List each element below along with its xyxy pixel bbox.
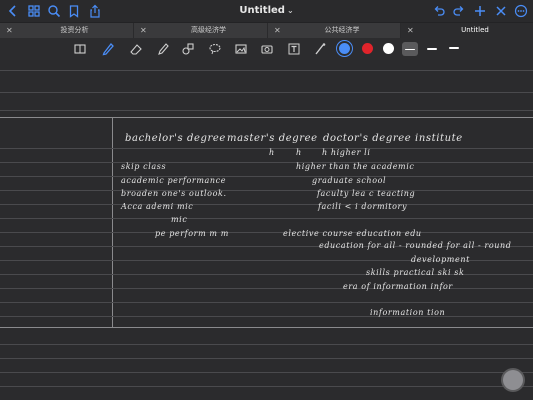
handwritten-note: bachelor's degree xyxy=(125,133,226,144)
handwritten-note: information tion xyxy=(370,308,446,317)
plus-icon[interactable] xyxy=(473,4,487,18)
undo-icon[interactable] xyxy=(432,4,446,18)
handwritten-note: education for all - rounded for all - ro… xyxy=(319,241,512,250)
handwritten-note: academic performance xyxy=(121,176,227,185)
handwritten-note: Acca ademi mic xyxy=(121,202,194,211)
tab-untitled[interactable]: ✕ Untitled xyxy=(400,23,533,38)
document-title-text: Untitled xyxy=(239,5,285,16)
handwritten-note: master's degree xyxy=(227,133,318,144)
handwritten-note: era of information infor xyxy=(343,282,453,291)
handwritten-note: graduate school xyxy=(312,176,387,185)
tab-advanced-economics[interactable]: ✕ 高级经济学 xyxy=(133,23,267,38)
note-canvas[interactable]: bachelor's degree master's degree doctor… xyxy=(0,60,533,400)
ruled-line xyxy=(0,386,533,387)
redo-icon[interactable] xyxy=(452,4,466,18)
handwritten-note: broaden one's outlook. xyxy=(121,189,227,198)
camera-tool-icon[interactable] xyxy=(260,42,274,56)
close-icon[interactable] xyxy=(494,4,508,18)
text-tool-icon[interactable] xyxy=(287,42,301,56)
handwritten-note: mic xyxy=(171,215,188,224)
tab-label: Untitled xyxy=(461,26,489,34)
ruled-line xyxy=(0,110,533,111)
pen-tool-icon[interactable] xyxy=(101,42,115,56)
laser-pointer-icon[interactable] xyxy=(313,42,327,56)
handwritten-note: h xyxy=(269,148,275,157)
color-swatch-red[interactable] xyxy=(362,43,373,54)
tab-label: 公共经济学 xyxy=(324,26,360,34)
handwritten-note: h xyxy=(296,148,302,157)
ruled-line xyxy=(0,372,533,373)
handwritten-note: doctor's degree institute xyxy=(323,133,463,144)
tab-public-economics[interactable]: ✕ 公共经济学 xyxy=(267,23,400,38)
ruled-line xyxy=(0,148,533,149)
tab-investment-analysis[interactable]: ✕ 投资分析 xyxy=(0,23,133,38)
ruled-line xyxy=(0,288,533,289)
ruled-line xyxy=(0,218,533,219)
image-tool-icon[interactable] xyxy=(234,42,248,56)
shapes-tool-icon[interactable] xyxy=(181,42,195,56)
ruled-line xyxy=(0,232,533,233)
handwritten-note: higher than the academic xyxy=(296,162,415,171)
drawing-toolbar xyxy=(0,38,533,60)
handwritten-note: development xyxy=(411,255,470,264)
handwritten-note: skills practical ski sk xyxy=(366,268,465,277)
tab-close-icon[interactable]: ✕ xyxy=(274,25,281,36)
reader-mode-icon[interactable] xyxy=(73,42,87,56)
chevron-down-icon: ⌄ xyxy=(286,6,294,15)
ruled-line xyxy=(0,162,533,163)
handwritten-note: pe perform m m xyxy=(155,229,229,238)
stroke-width-medium[interactable] xyxy=(424,42,440,56)
tab-close-icon[interactable]: ✕ xyxy=(6,25,13,36)
handwritten-note: skip class xyxy=(121,162,167,171)
ruled-line xyxy=(0,358,533,359)
ruled-line xyxy=(0,176,533,177)
ruled-line xyxy=(0,316,533,317)
tab-close-icon[interactable]: ✕ xyxy=(407,25,414,36)
handwritten-note: h higher li xyxy=(322,148,371,157)
color-swatch-white[interactable] xyxy=(383,43,394,54)
ruled-line xyxy=(0,190,533,191)
eraser-tool-icon[interactable] xyxy=(129,42,143,56)
more-icon[interactable] xyxy=(514,4,528,18)
tab-bar: ✕ 投资分析 ✕ 高级经济学 ✕ 公共经济学 ✕ Untitled xyxy=(0,22,533,39)
ruled-line xyxy=(0,204,533,205)
lasso-tool-icon[interactable] xyxy=(208,42,222,56)
stroke-width-thick[interactable] xyxy=(446,42,462,56)
ruled-line xyxy=(0,344,533,345)
highlighter-tool-icon[interactable] xyxy=(156,42,170,56)
tab-label: 投资分析 xyxy=(60,26,89,34)
top-bar: Untitled ⌄ xyxy=(0,0,533,22)
tab-label: 高级经济学 xyxy=(191,26,226,34)
ruled-line xyxy=(0,70,533,71)
tab-close-icon[interactable]: ✕ xyxy=(140,25,147,36)
handwritten-note: elective course education edu xyxy=(283,229,422,238)
stroke-width-thin[interactable] xyxy=(402,42,418,56)
color-swatch-blue[interactable] xyxy=(339,43,350,54)
handwritten-note: faculty lea c teacting xyxy=(317,189,416,198)
ruled-line xyxy=(0,302,533,303)
ruled-line xyxy=(0,92,533,93)
floating-tool-button[interactable] xyxy=(503,370,523,390)
handwritten-note: facili < i dormitory xyxy=(318,202,408,211)
